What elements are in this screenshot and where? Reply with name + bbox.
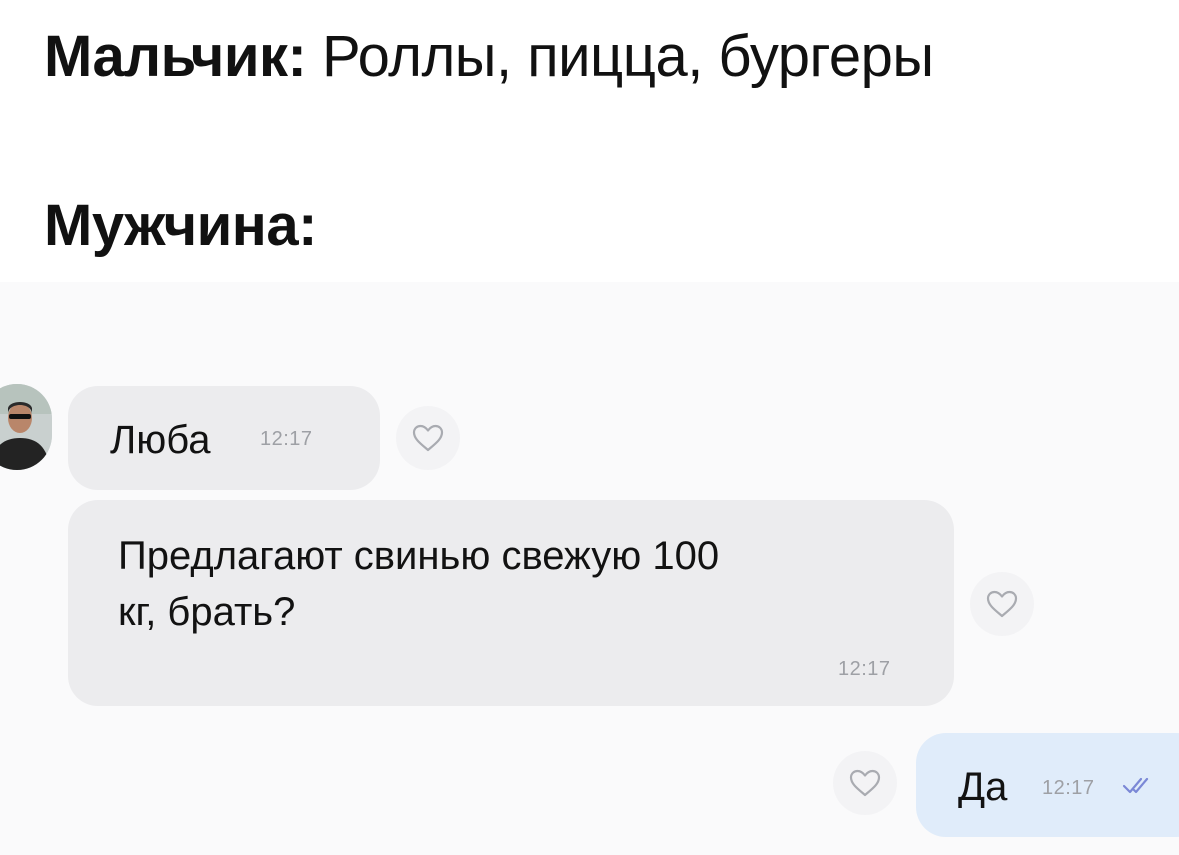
heart-outline-icon — [412, 424, 444, 452]
like-button[interactable] — [833, 751, 897, 815]
like-button[interactable] — [970, 572, 1034, 636]
incoming-message-bubble[interactable]: Предлагают свинью свежую 100 кг, брать? … — [68, 500, 954, 706]
reply-text: Да — [958, 765, 1008, 809]
caption-boy-text: Роллы, пицца, бургеры — [321, 24, 934, 89]
caption-man-label: Мужчина: — [44, 193, 317, 258]
outgoing-message-bubble[interactable]: Да 12:17 — [916, 733, 1179, 837]
sender-name-time: 12:17 — [260, 428, 313, 450]
caption-boy-label: Мальчик: — [44, 24, 307, 89]
caption-boy: Мальчик: Роллы, пицца, бургеры — [44, 28, 934, 86]
double-check-icon — [1122, 777, 1149, 794]
like-button[interactable] — [396, 406, 460, 470]
reply-time: 12:17 — [1042, 777, 1095, 799]
message-text-line-1: Предлагают свинью свежую 100 — [118, 534, 720, 578]
heart-outline-icon — [986, 590, 1018, 618]
sender-name: Люба — [110, 418, 211, 462]
message-text-line-2: кг, брать? — [118, 590, 296, 634]
message-time: 12:17 — [838, 658, 891, 680]
heart-outline-icon — [849, 769, 881, 797]
caption-man: Мужчина: — [44, 197, 317, 255]
sender-name-bubble[interactable]: Люба 12:17 — [68, 386, 380, 490]
